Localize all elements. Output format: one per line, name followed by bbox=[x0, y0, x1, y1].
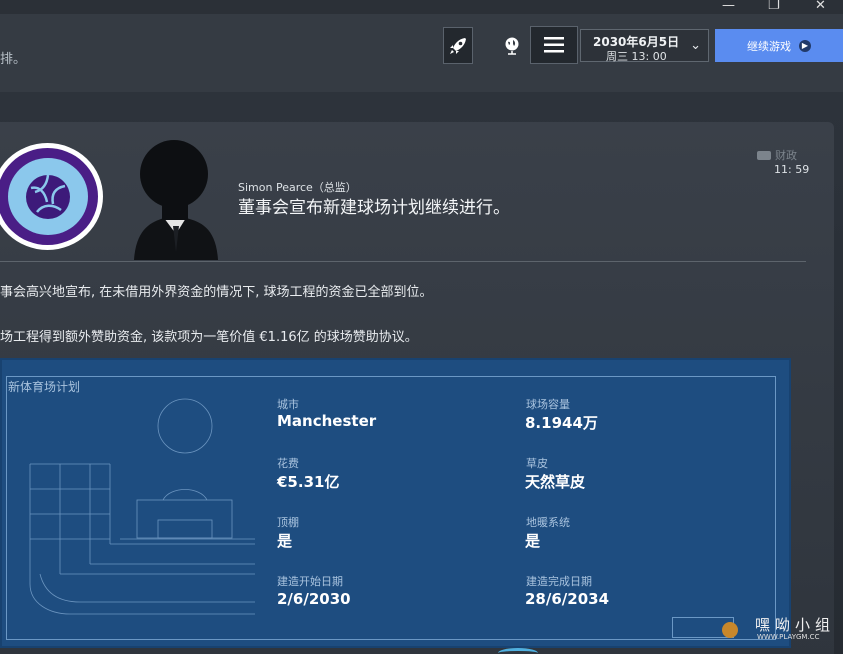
category-label: 财政 bbox=[775, 149, 797, 162]
menu-icon bbox=[544, 37, 564, 53]
truncated-status-text: 排。 bbox=[0, 52, 27, 67]
watermark-logo bbox=[722, 622, 738, 638]
globe-button[interactable] bbox=[497, 27, 527, 64]
end-date-label: 建造完成日期 bbox=[526, 575, 592, 588]
roof-label: 顶棚 bbox=[277, 516, 299, 529]
capacity-value: 8.1944万 bbox=[525, 414, 598, 432]
menu-button[interactable] bbox=[530, 26, 578, 64]
weekday-time-text: 周三 13: 00 bbox=[606, 50, 667, 63]
category-tag[interactable]: 财政 bbox=[757, 147, 797, 163]
message-time: 11: 59 bbox=[774, 163, 810, 176]
watermark-text: 嘿呦小组 bbox=[755, 616, 836, 634]
end-date-value: 28/6/2034 bbox=[525, 590, 610, 608]
message-paragraph-1: 事会高兴地宣布, 在未借用外界资金的情况下, 球场工程的资金已全部到位。 bbox=[0, 285, 433, 300]
pitch-label: 草皮 bbox=[526, 457, 548, 470]
chevron-down-icon: ⌄ bbox=[690, 38, 701, 53]
close-icon[interactable]: ✕ bbox=[815, 0, 826, 13]
window-titlebar: — ❐ ✕ bbox=[0, 0, 843, 14]
cost-label: 花费 bbox=[277, 457, 299, 470]
cost-value: €5.31亿 bbox=[277, 473, 340, 491]
rocket-icon bbox=[450, 37, 466, 54]
football-icon bbox=[25, 174, 70, 219]
arrow-right-icon: ▶ bbox=[799, 39, 811, 52]
divider bbox=[0, 261, 806, 262]
maximize-icon[interactable]: ❐ bbox=[768, 0, 780, 13]
minimize-icon[interactable]: — bbox=[722, 0, 735, 13]
rocket-button[interactable] bbox=[443, 27, 473, 64]
message-headline: 董事会宣布新建球场计划继续进行。 bbox=[238, 198, 510, 218]
director-portrait bbox=[134, 140, 218, 260]
bottom-indicator bbox=[498, 648, 538, 654]
date-selector[interactable]: 2030年6月5日 周三 13: 00 ⌄ bbox=[580, 29, 709, 63]
stadium-blueprint bbox=[29, 398, 255, 615]
heating-label: 地暖系统 bbox=[526, 516, 570, 529]
city-value: Manchester bbox=[277, 412, 377, 430]
city-label: 城市 bbox=[277, 398, 299, 411]
start-date-label: 建造开始日期 bbox=[277, 575, 343, 588]
pitch-value: 天然草皮 bbox=[525, 473, 586, 491]
message-paragraph-2: 场工程得到额外赞助资金, 该款项为一笔价值 €1.16亿 的球场赞助协议。 bbox=[0, 330, 418, 345]
globe-icon bbox=[505, 37, 519, 55]
continue-label: 继续游戏 bbox=[747, 39, 791, 53]
roof-value: 是 bbox=[277, 532, 293, 550]
heating-value: 是 bbox=[525, 532, 541, 550]
panel-title: 新体育场计划 bbox=[8, 380, 81, 394]
tag-icon bbox=[757, 150, 771, 160]
start-date-value: 2/6/2030 bbox=[277, 590, 351, 608]
capacity-label: 球场容量 bbox=[526, 398, 570, 411]
continue-game-button[interactable]: 继续游戏 ▶ bbox=[715, 29, 843, 62]
watermark-url: WWW.PLAYGM.CC bbox=[757, 633, 820, 641]
